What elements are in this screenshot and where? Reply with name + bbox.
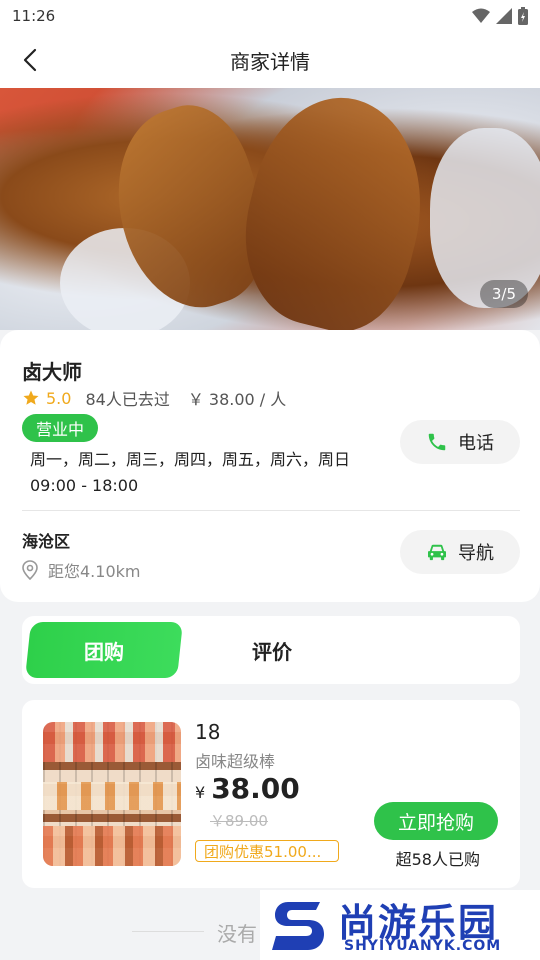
photo-decor [430,128,540,308]
shop-info-card: 卤大师 5.0 84人已去过 ￥ 38.00 / 人 营业中 周一，周二，周三，… [0,330,540,602]
page-title: 商家详情 [230,49,310,74]
tab-group-buy[interactable]: 团购 [25,622,183,678]
business-days: 周一，周二，周三，周四，周五，周六，周日 [30,450,351,469]
wifi-icon [472,8,490,23]
deal-quantity: 18 [195,720,221,744]
business-hours: 09:00 - 18:00 [30,476,139,495]
deal-image-decor [43,826,181,866]
price-per-person: ￥ 38.00 / 人 [187,390,287,409]
navigate-label: 导航 [458,543,494,564]
distance-text: 距您4.10km [48,562,141,581]
car-icon [428,544,446,561]
deal-image [43,722,181,866]
rating-score: 5.0 [46,388,72,408]
call-button[interactable]: 电话 [400,420,520,464]
call-label: 电话 [458,433,494,454]
footer-divider [132,931,204,932]
tab-group-buy-label: 团购 [84,639,124,664]
navigate-button[interactable]: 导航 [400,530,520,574]
back-button[interactable] [14,44,46,76]
tab-bar: 团购 评价 [22,616,520,684]
watermark: 尚游乐园 SHYIYUANYK.COM [260,890,540,960]
deal-image-decor [43,782,181,810]
status-time: 11:26 [12,7,56,25]
shop-name: 卤大师 [22,360,82,384]
status-badge: 营业中 [22,414,99,442]
star-icon [23,390,39,405]
photo-counter: 3/5 [479,280,528,308]
buy-now-button[interactable]: 立即抢购 [374,802,498,840]
photo-decor [224,88,446,330]
chevron-left-icon [23,48,37,72]
status-bar: 11:26 [0,0,540,32]
signal-icon [496,8,512,24]
district: 海沧区 [22,532,71,551]
original-price: ￥89.00 [210,812,268,830]
sold-count: 超58人已购 [395,850,480,869]
currency-symbol: ¥ [195,783,206,802]
distance-row: 距您4.10km [22,558,140,582]
footer-text: 没有 [217,922,257,946]
watermark-url: SHYIYUANYK.COM [344,938,502,954]
phone-icon [428,433,446,451]
location-pin-icon [22,560,38,580]
divider [22,510,520,511]
nav-bar: 商家详情 [0,32,540,88]
watermark-logo [272,902,324,950]
deal-name: 卤味超级棒 [195,752,276,771]
tab-reviews[interactable]: 评价 [222,622,322,678]
deal-image-decor [43,722,181,762]
rating-row: 5.0 84人已去过 ￥ 38.00 / 人 [22,386,286,410]
status-icons [472,7,528,25]
deal-card[interactable]: 18 卤味超级棒 ¥ 38.00 ￥89.00 团购优惠51.00... 立即抢… [22,700,520,888]
deal-price: ¥ 38.00 [195,772,300,805]
visitor-count: 84人已去过 [85,390,170,409]
battery-icon [518,7,528,25]
deal-price-value: 38.00 [211,772,300,805]
shop-photo-carousel[interactable]: 3/5 [0,88,540,330]
discount-badge: 团购优惠51.00... [195,840,339,862]
